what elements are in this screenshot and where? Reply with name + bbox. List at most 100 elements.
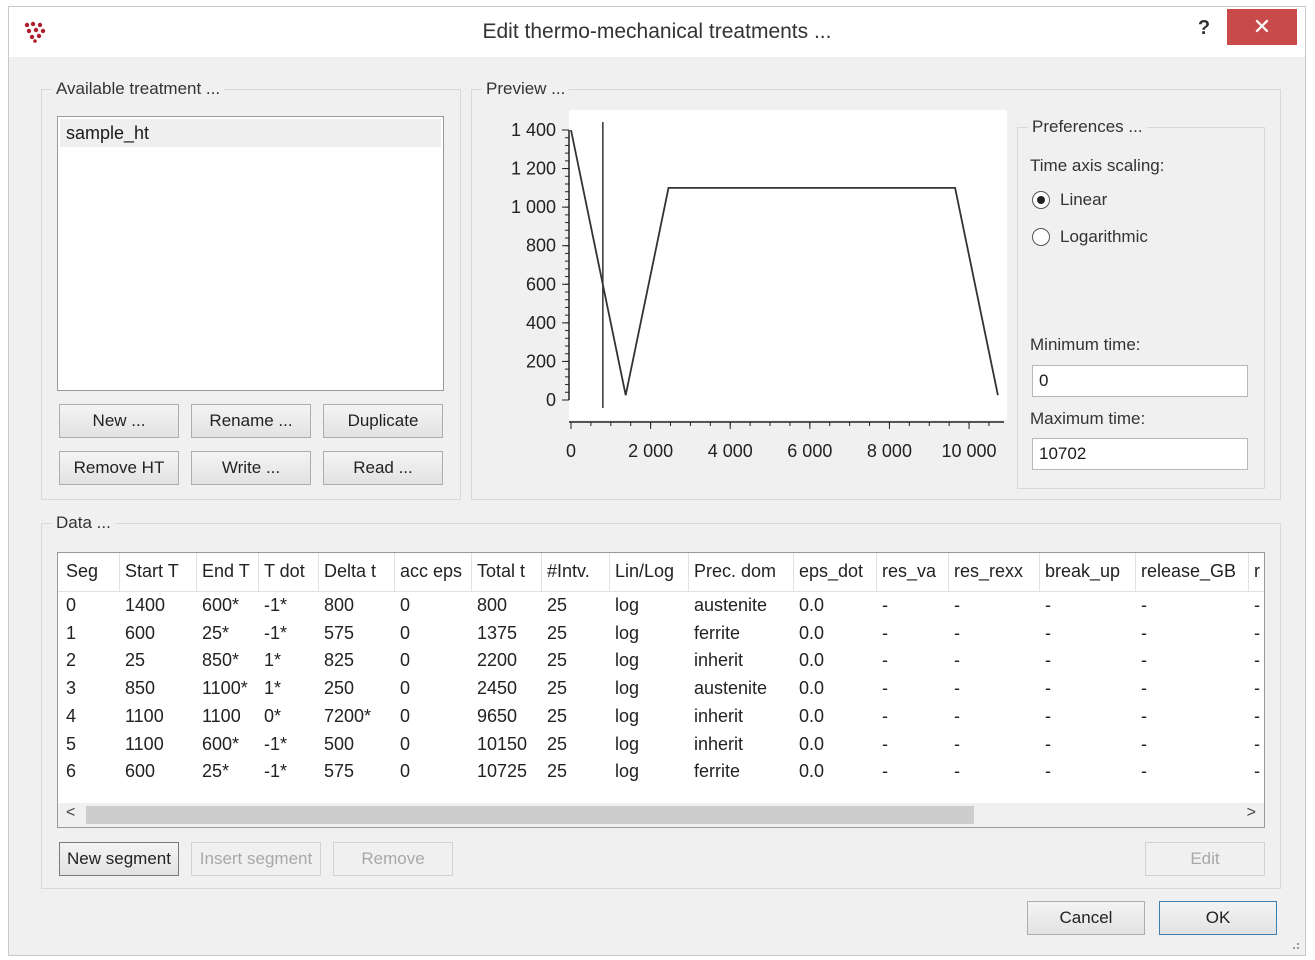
table-cell[interactable]: 1* bbox=[264, 650, 281, 671]
table-cell[interactable]: - bbox=[1141, 650, 1147, 671]
column-separator[interactable] bbox=[688, 553, 689, 591]
remove-segment-button[interactable]: Remove bbox=[333, 842, 453, 876]
column-header[interactable]: acc eps bbox=[400, 561, 462, 582]
column-separator[interactable] bbox=[1248, 553, 1249, 591]
column-header[interactable]: Lin/Log bbox=[615, 561, 674, 582]
table-cell[interactable]: log bbox=[615, 650, 639, 671]
table-cell[interactable]: 0.0 bbox=[799, 595, 824, 616]
column-header[interactable]: #Intv. bbox=[547, 561, 590, 582]
column-header[interactable]: End T bbox=[202, 561, 250, 582]
column-header[interactable]: Total t bbox=[477, 561, 525, 582]
table-cell[interactable]: 600* bbox=[202, 595, 239, 616]
table-cell[interactable]: 600 bbox=[125, 761, 155, 782]
table-cell[interactable]: - bbox=[1045, 595, 1051, 616]
table-cell[interactable]: 7200* bbox=[324, 706, 371, 727]
table-cell[interactable]: 600* bbox=[202, 734, 239, 755]
table-cell[interactable]: - bbox=[1141, 734, 1147, 755]
maximum-time-field[interactable]: 10702 bbox=[1032, 438, 1248, 470]
table-cell[interactable]: - bbox=[1141, 623, 1147, 644]
table-cell[interactable]: 3 bbox=[66, 678, 76, 699]
table-row[interactable]: 4 1100 1100 0* 7200* 0 9650 25 log inherit 0.0 - - - -… bbox=[58, 704, 1264, 731]
table-cell[interactable]: log bbox=[615, 623, 639, 644]
table-cell[interactable]: - bbox=[1045, 678, 1051, 699]
table-cell[interactable]: 850* bbox=[202, 650, 239, 671]
table-cell[interactable]: - bbox=[1254, 734, 1260, 755]
table-row[interactable]: 5 1100 600* -1* 500 0 10150 25 log inherit 0.0 - - - -… bbox=[58, 732, 1264, 759]
column-header[interactable]: Start T bbox=[125, 561, 179, 582]
table-cell[interactable]: 1375 bbox=[477, 623, 517, 644]
table-cell[interactable]: 0.0 bbox=[799, 706, 824, 727]
table-cell[interactable]: 25 bbox=[547, 650, 567, 671]
segments-table[interactable]: Seg Start T End T T dot Delta t acc eps Total … bbox=[57, 552, 1265, 828]
column-separator[interactable] bbox=[196, 553, 197, 591]
table-cell[interactable]: 5 bbox=[66, 734, 76, 755]
treatment-list-item[interactable]: sample_ht bbox=[60, 119, 441, 147]
table-cell[interactable]: 250 bbox=[324, 678, 354, 699]
table-cell[interactable]: ferrite bbox=[694, 761, 740, 782]
table-cell[interactable]: -1* bbox=[264, 761, 287, 782]
table-cell[interactable]: 6 bbox=[66, 761, 76, 782]
cancel-button[interactable]: Cancel bbox=[1027, 901, 1145, 935]
table-cell[interactable]: 25 bbox=[547, 761, 567, 782]
column-separator[interactable] bbox=[793, 553, 794, 591]
table-cell[interactable]: log bbox=[615, 595, 639, 616]
table-cell[interactable]: 0 bbox=[400, 761, 410, 782]
column-separator[interactable] bbox=[948, 553, 949, 591]
table-cell[interactable]: 0.0 bbox=[799, 761, 824, 782]
column-separator[interactable] bbox=[394, 553, 395, 591]
table-cell[interactable]: 0.0 bbox=[799, 678, 824, 699]
table-cell[interactable]: - bbox=[1254, 678, 1260, 699]
column-header[interactable]: r bbox=[1254, 561, 1260, 582]
table-cell[interactable]: 10725 bbox=[477, 761, 527, 782]
table-cell[interactable]: - bbox=[882, 595, 888, 616]
column-header[interactable]: break_up bbox=[1045, 561, 1120, 582]
table-cell[interactable]: 1 bbox=[66, 623, 76, 644]
close-button[interactable]: ✕ bbox=[1227, 9, 1297, 45]
table-cell[interactable]: 10150 bbox=[477, 734, 527, 755]
table-cell[interactable]: 0.0 bbox=[799, 734, 824, 755]
minimum-time-field[interactable]: 0 bbox=[1032, 365, 1248, 397]
table-cell[interactable]: - bbox=[1045, 734, 1051, 755]
table-row[interactable]: 0 1400 600* -1* 800 0 800 25 log austenite 0.0 - - - -… bbox=[58, 593, 1264, 620]
table-cell[interactable]: - bbox=[1141, 678, 1147, 699]
table-cell[interactable]: 4 bbox=[66, 706, 76, 727]
column-header[interactable]: res_rexx bbox=[954, 561, 1023, 582]
table-cell[interactable]: - bbox=[1141, 595, 1147, 616]
new-treatment-button[interactable]: New ... bbox=[59, 404, 179, 438]
table-cell[interactable]: -1* bbox=[264, 734, 287, 755]
table-cell[interactable]: - bbox=[954, 706, 960, 727]
new-segment-button[interactable]: New segment bbox=[59, 842, 179, 876]
column-separator[interactable] bbox=[258, 553, 259, 591]
table-cell[interactable]: - bbox=[1045, 761, 1051, 782]
treatment-list[interactable]: sample_ht bbox=[57, 116, 444, 391]
column-header[interactable]: release_GB bbox=[1141, 561, 1236, 582]
table-cell[interactable]: 25 bbox=[125, 650, 145, 671]
edit-segment-button[interactable]: Edit bbox=[1145, 842, 1265, 876]
table-cell[interactable]: 1400 bbox=[125, 595, 165, 616]
column-separator[interactable] bbox=[541, 553, 542, 591]
table-cell[interactable]: 0 bbox=[400, 706, 410, 727]
table-cell[interactable]: 25* bbox=[202, 623, 229, 644]
table-cell[interactable]: - bbox=[954, 595, 960, 616]
table-cell[interactable]: - bbox=[882, 761, 888, 782]
table-cell[interactable]: 1100 bbox=[125, 734, 164, 755]
table-row[interactable]: 2 25 850* 1* 825 0 2200 25 log inherit 0.0 - - - - - bbox=[58, 648, 1264, 675]
table-cell[interactable]: - bbox=[1254, 595, 1260, 616]
table-cell[interactable]: 600 bbox=[125, 623, 155, 644]
table-cell[interactable]: 0.0 bbox=[799, 623, 824, 644]
table-cell[interactable]: - bbox=[882, 678, 888, 699]
table-cell[interactable]: 1* bbox=[264, 678, 281, 699]
insert-segment-button[interactable]: Insert segment bbox=[191, 842, 321, 876]
table-cell[interactable]: 0 bbox=[400, 595, 410, 616]
table-cell[interactable]: 575 bbox=[324, 761, 354, 782]
scroll-left-icon[interactable]: < bbox=[66, 804, 75, 822]
table-cell[interactable]: 0 bbox=[66, 595, 76, 616]
table-cell[interactable]: -1* bbox=[264, 595, 287, 616]
column-separator[interactable] bbox=[119, 553, 120, 591]
column-header[interactable]: Prec. dom bbox=[694, 561, 776, 582]
table-cell[interactable]: - bbox=[954, 734, 960, 755]
table-cell[interactable]: 25 bbox=[547, 706, 567, 727]
table-cell[interactable]: 2200 bbox=[477, 650, 517, 671]
table-cell[interactable]: 1100 bbox=[202, 706, 241, 727]
table-cell[interactable]: - bbox=[954, 761, 960, 782]
